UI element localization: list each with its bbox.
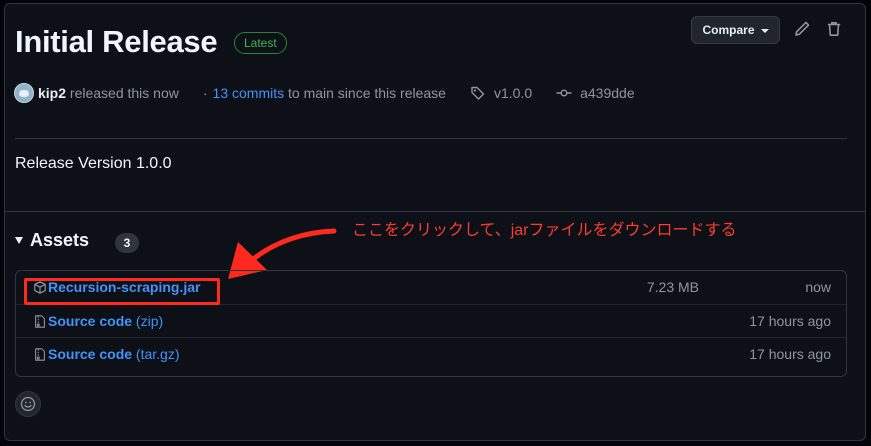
tag-icon (471, 86, 485, 100)
commit-sha-link[interactable]: a439dde (580, 85, 635, 101)
commits-link[interactable]: 13 commits (213, 85, 285, 101)
file-zip-icon (35, 315, 45, 328)
release-body: Release Version 1.0.0 (15, 155, 172, 172)
assets-count: 3 (115, 233, 139, 253)
asset-link[interactable]: Source code (tar.gz) (48, 338, 180, 371)
asset-format: (zip) (135, 313, 164, 329)
add-reaction-button[interactable] (15, 391, 41, 417)
smiley-icon (20, 396, 36, 412)
compare-button[interactable]: Compare (691, 16, 780, 44)
divider (5, 211, 865, 212)
release-meta: kip2 released this now · 13 commits to m… (14, 82, 635, 104)
git-commit-icon (556, 89, 572, 97)
author-link[interactable]: kip2 (38, 85, 66, 101)
assets-toggle[interactable]: Assets (15, 230, 89, 251)
dot-separator: · (202, 85, 208, 101)
asset-name: Source code (48, 313, 133, 329)
compare-label: Compare (702, 23, 755, 37)
asset-row[interactable]: Source code (tar.gz) 17 hours ago (16, 337, 846, 371)
trash-icon[interactable] (825, 20, 843, 38)
avatar[interactable] (14, 83, 34, 103)
assets-heading: Assets (30, 230, 90, 250)
released-text: released this now (69, 85, 179, 101)
chevron-down-icon (760, 29, 769, 33)
asset-date: 17 hours ago (749, 313, 831, 329)
latest-badge: Latest (234, 32, 287, 54)
triangle-down-icon (15, 237, 23, 244)
pencil-icon[interactable] (793, 20, 811, 38)
asset-date: 17 hours ago (749, 346, 831, 362)
annotation-highlight-box (24, 278, 220, 305)
annotation-text: ここをクリックして、jarファイルをダウンロードする (352, 222, 737, 239)
divider (15, 138, 847, 139)
asset-date: now (805, 279, 831, 295)
asset-size: 7.23 MB (646, 279, 699, 295)
tag-link[interactable]: v1.0.0 (494, 85, 532, 101)
asset-format: (tar.gz) (135, 346, 180, 362)
release-title[interactable]: Initial Release (15, 22, 218, 62)
file-zip-icon (35, 348, 45, 361)
asset-name: Source code (48, 346, 133, 362)
asset-row[interactable]: Source code (zip) 17 hours ago (16, 304, 846, 338)
asset-link[interactable]: Source code (zip) (48, 305, 163, 338)
commits-suffix: to main since this release (288, 85, 446, 101)
